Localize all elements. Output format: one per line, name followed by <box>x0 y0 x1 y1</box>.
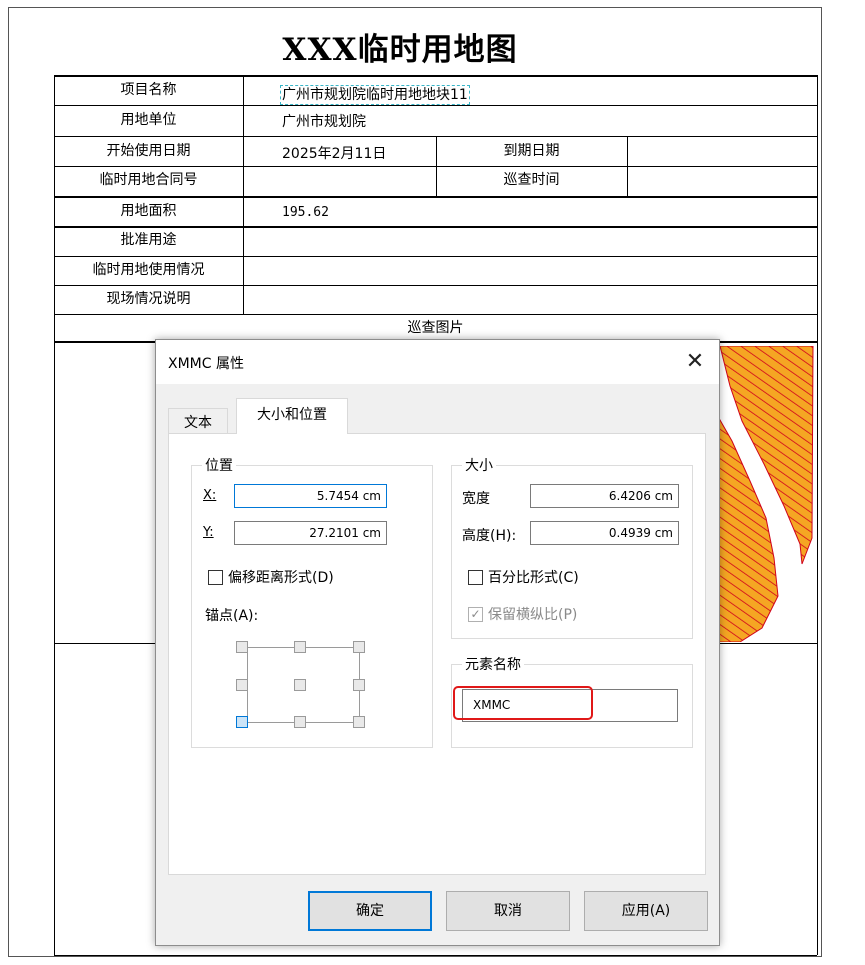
offset-checkbox-label[interactable]: 偏移距离形式(D) <box>228 567 334 587</box>
element-name-title: 元素名称 <box>462 654 524 674</box>
x-label: X: <box>203 488 217 503</box>
anchor-top-right[interactable] <box>353 641 365 653</box>
anchor-middle-right[interactable] <box>353 679 365 691</box>
area-label: 用地面积 <box>120 203 177 219</box>
photo-header: 巡查图片 <box>407 320 464 336</box>
tab-size-position[interactable]: 大小和位置 <box>236 398 348 434</box>
x-input[interactable]: 5.7454 cm <box>234 484 387 508</box>
anchor-top-center[interactable] <box>294 641 306 653</box>
anchor-bottom-left[interactable] <box>236 716 248 728</box>
dialog-title: XMMC 属性 <box>168 356 244 372</box>
site-desc-label: 现场情况说明 <box>106 291 191 307</box>
anchor-bottom-right[interactable] <box>353 716 365 728</box>
table-col-line <box>627 136 628 196</box>
offset-checkbox[interactable] <box>208 570 223 585</box>
close-icon[interactable]: ✕ <box>680 347 710 377</box>
project-name-value[interactable]: 广州市规划院临时用地地块11 <box>280 85 470 105</box>
size-group: 大小 宽度 6.4206 cm 高度(H): 0.4939 cm 百分比形式(C… <box>451 455 693 639</box>
table-row-line <box>54 314 817 315</box>
tab-text[interactable]: 文本 <box>168 408 228 434</box>
tab-panel: 位置 X: 5.7454 cm Y: 27.2101 cm 偏移距离形式(D) … <box>168 433 706 875</box>
percent-checkbox-label[interactable]: 百分比形式(C) <box>488 567 579 587</box>
start-date-value[interactable]: 2025年2月11日 <box>282 145 386 163</box>
area-value[interactable]: 195.62 <box>282 204 329 222</box>
ratio-checkbox[interactable]: ✓ <box>468 607 483 622</box>
position-group-title: 位置 <box>202 455 236 475</box>
anchor-label: 锚点(A): <box>205 608 259 624</box>
start-date-label: 开始使用日期 <box>106 143 191 159</box>
contract-label: 临时用地合同号 <box>99 172 198 188</box>
table-row-line <box>54 285 817 286</box>
project-name-label: 项目名称 <box>120 82 177 98</box>
percent-checkbox[interactable] <box>468 570 483 585</box>
size-group-title: 大小 <box>462 455 496 475</box>
table-border-bottom <box>54 955 817 956</box>
end-date-label: 到期日期 <box>503 143 560 159</box>
table-row-line <box>54 105 817 106</box>
unit-label: 用地单位 <box>120 112 177 128</box>
ratio-checkbox-label[interactable]: 保留横纵比(P) <box>488 604 577 624</box>
table-row-line <box>54 226 817 228</box>
width-label: 宽度 <box>462 491 490 507</box>
table-col-line <box>243 75 244 314</box>
table-border-right <box>817 75 818 955</box>
y-label: Y: <box>203 525 214 540</box>
anchor-bottom-center[interactable] <box>294 716 306 728</box>
unit-value[interactable]: 广州市规划院 <box>282 113 366 131</box>
approved-use-label: 批准用途 <box>120 232 177 248</box>
inspect-time-label: 巡查时间 <box>503 172 560 188</box>
name-highlight-box <box>453 686 593 720</box>
table-row-line <box>54 256 817 257</box>
height-label: 高度(H): <box>462 528 517 544</box>
table-border-top <box>54 75 817 77</box>
cancel-button[interactable]: 取消 <box>446 891 570 931</box>
anchor-top-left[interactable] <box>236 641 248 653</box>
anchor-center[interactable] <box>294 679 306 691</box>
ok-button[interactable]: 确定 <box>308 891 432 931</box>
width-input[interactable]: 6.4206 cm <box>530 484 679 508</box>
position-group: 位置 X: 5.7454 cm Y: 27.2101 cm 偏移距离形式(D) … <box>191 455 433 748</box>
table-row-line <box>54 196 817 198</box>
project-name-text[interactable]: 广州市规划院临时用地地块11 <box>280 85 470 105</box>
document-title[interactable]: XXX临时用地图 <box>0 24 800 69</box>
usage-label: 临时用地使用情况 <box>92 262 205 278</box>
y-input[interactable]: 27.2101 cm <box>234 521 387 545</box>
apply-button[interactable]: 应用(A) <box>584 891 708 931</box>
dialog-titlebar[interactable]: XMMC 属性 ✕ <box>156 340 719 384</box>
map-hatch-polygon <box>712 346 814 642</box>
anchor-middle-left[interactable] <box>236 679 248 691</box>
height-input[interactable]: 0.4939 cm <box>530 521 679 545</box>
properties-dialog: XMMC 属性 ✕ 文本 大小和位置 位置 X: 5.7454 cm Y: 27… <box>155 339 720 946</box>
